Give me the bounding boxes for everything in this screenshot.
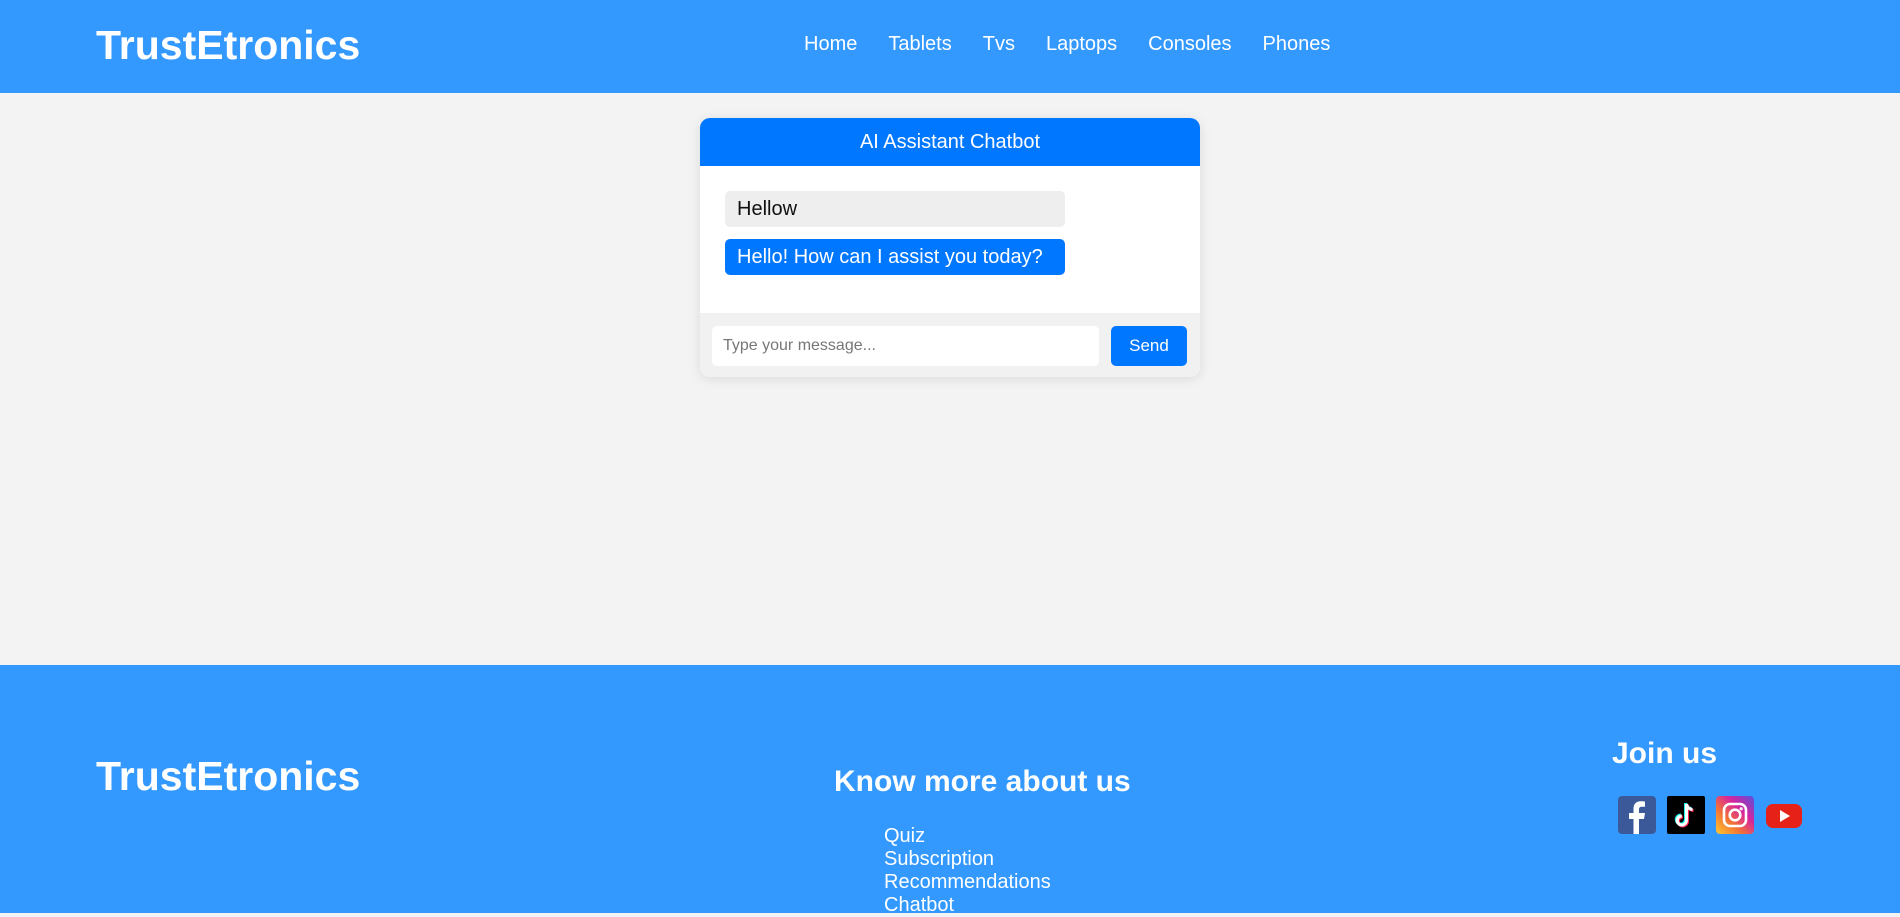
join-heading: Join us bbox=[1612, 737, 1718, 770]
instagram-icon[interactable] bbox=[1716, 796, 1754, 834]
nav-phones-link[interactable]: Phones bbox=[1263, 33, 1331, 56]
footer-link-quiz[interactable]: Quiz bbox=[884, 825, 1051, 848]
nav-consoles-link[interactable]: Consoles bbox=[1148, 33, 1231, 56]
footer-links: Quiz Subscription Recommendations Chatbo… bbox=[884, 825, 1051, 917]
facebook-icon[interactable] bbox=[1618, 796, 1656, 834]
chat-messages: Hellow Hello! How can I assist you today… bbox=[700, 166, 1200, 313]
footer-link-chatbot[interactable]: Chatbot bbox=[884, 894, 1051, 917]
tiktok-icon[interactable] bbox=[1667, 796, 1705, 834]
send-button[interactable]: Send bbox=[1111, 326, 1187, 366]
site-footer: TrustEtronics Know more about us Quiz Su… bbox=[0, 665, 1900, 916]
nav-tvs-link[interactable]: Tvs bbox=[983, 33, 1015, 56]
chat-input-bar: Send bbox=[700, 313, 1200, 377]
chatbot-title: AI Assistant Chatbot bbox=[700, 118, 1200, 166]
nav-laptops-link[interactable]: Laptops bbox=[1046, 33, 1117, 56]
message-input[interactable] bbox=[712, 326, 1099, 366]
nav-home-link[interactable]: Home bbox=[804, 33, 857, 56]
footer-link-subscription[interactable]: Subscription bbox=[884, 848, 1051, 871]
bot-message: Hello! How can I assist you today? bbox=[725, 239, 1065, 275]
user-message: Hellow bbox=[725, 191, 1065, 227]
footer-logo: TrustEtronics bbox=[96, 753, 361, 799]
chatbot-panel: AI Assistant Chatbot Hellow Hello! How c… bbox=[700, 118, 1200, 377]
youtube-icon[interactable] bbox=[1765, 796, 1803, 834]
social-links bbox=[1618, 796, 1803, 834]
main-nav: Home Tablets Tvs Laptops Consoles Phones bbox=[804, 33, 1361, 56]
footer-link-recommendations[interactable]: Recommendations bbox=[884, 871, 1051, 894]
nav-tablets-link[interactable]: Tablets bbox=[888, 33, 951, 56]
about-heading: Know more about us bbox=[834, 765, 1131, 798]
site-logo[interactable]: TrustEtronics bbox=[96, 22, 360, 69]
site-header: TrustEtronics Home Tablets Tvs Laptops C… bbox=[0, 0, 1900, 93]
